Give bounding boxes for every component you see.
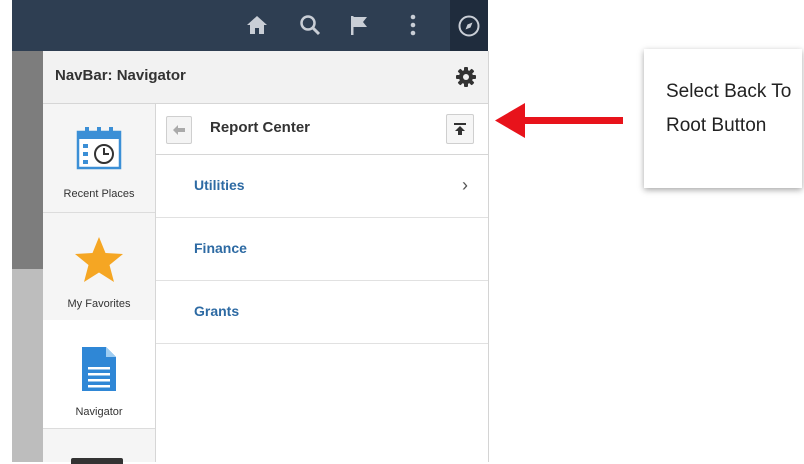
callout-text: Select Back To Root Button (666, 81, 792, 136)
tile-label: Navigator (75, 406, 123, 418)
partial-tile (71, 458, 123, 464)
callout-box: Select Back To Root Button (644, 49, 802, 188)
navbar-button[interactable] (450, 0, 488, 51)
flag-icon[interactable] (346, 12, 372, 38)
menu-item-label: Grants (194, 303, 240, 319)
breadcrumb: Report Center (156, 104, 488, 155)
search-icon[interactable] (297, 12, 323, 38)
tile-recent-places[interactable]: Recent Places (43, 104, 155, 213)
back-button[interactable] (166, 116, 192, 144)
back-arrow-icon (173, 125, 185, 135)
clock-calendar-icon (76, 126, 122, 177)
tile-label: My Favorites (67, 298, 131, 310)
page-background (12, 51, 43, 462)
navbar-tiles: Recent Places My Favorites Navigator (43, 104, 156, 464)
page-shade (12, 51, 43, 269)
star-icon (73, 236, 125, 289)
menu-item-grants[interactable]: Grants (156, 281, 488, 344)
breadcrumb-title: Report Center (210, 119, 311, 136)
compass-icon (458, 15, 480, 36)
home-icon[interactable] (244, 12, 270, 38)
panel-title: NavBar: Navigator (55, 67, 186, 84)
tile-navigator[interactable]: Navigator (43, 320, 155, 429)
more-icon[interactable] (400, 12, 426, 38)
document-icon (81, 346, 117, 397)
menu-item-label: Utilities (194, 177, 245, 193)
navigator-content: Report Center Utilities › Finance Grants (156, 104, 488, 462)
tile-my-favorites[interactable]: My Favorites (43, 212, 155, 321)
back-to-root-icon (454, 123, 466, 135)
menu-item-utilities[interactable]: Utilities › (156, 155, 488, 218)
menu-item-label: Finance (194, 240, 247, 256)
back-to-root-button[interactable] (446, 114, 474, 144)
chevron-right-icon: › (462, 175, 468, 195)
menu-item-finance[interactable]: Finance (156, 218, 488, 281)
annotation-arrow (495, 99, 625, 148)
gear-icon[interactable] (455, 66, 477, 88)
navbar-panel: NavBar: Navigator Recent Places My Favor… (43, 51, 489, 464)
header-bar (12, 0, 488, 51)
tile-label: Recent Places (63, 188, 135, 200)
panel-header: NavBar: Navigator (43, 51, 488, 104)
